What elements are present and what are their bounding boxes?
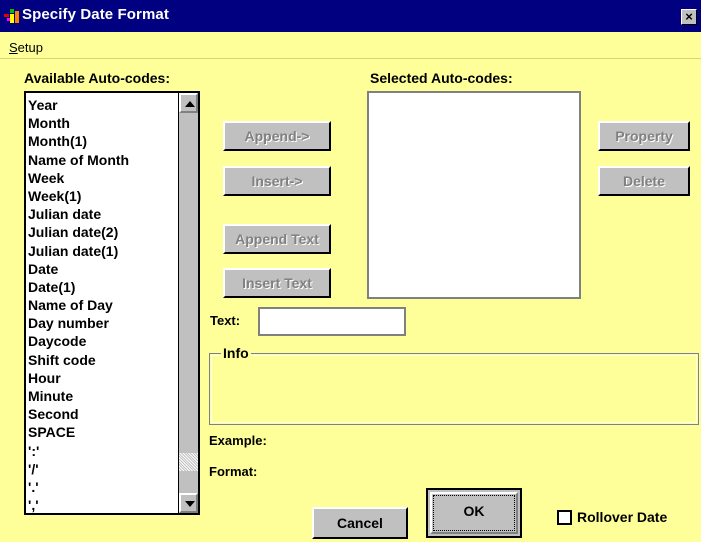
menu-setup[interactable]: Setup: [9, 40, 43, 55]
title-bar: Specify Date Format ×: [0, 0, 701, 32]
available-items: Year Month Month(1) Name of Month Week Week(1…: [28, 96, 176, 515]
list-item[interactable]: Day number: [28, 314, 176, 332]
list-item[interactable]: '.': [28, 478, 176, 496]
list-item[interactable]: Hour: [28, 369, 176, 387]
list-item[interactable]: Week: [28, 169, 176, 187]
list-item[interactable]: Daycode: [28, 332, 176, 350]
list-item[interactable]: Julian date(2): [28, 223, 176, 241]
scroll-up-icon[interactable]: [179, 93, 198, 113]
info-label: Info: [221, 345, 251, 361]
delete-button[interactable]: Delete: [598, 166, 690, 196]
list-item[interactable]: Date: [28, 260, 176, 278]
example-label: Example:: [209, 433, 267, 448]
rollover-label: Rollover Date: [577, 509, 668, 525]
scroll-track[interactable]: [179, 113, 198, 493]
selected-label: Selected Auto-codes:: [370, 70, 513, 86]
list-item[interactable]: '-': [28, 514, 176, 515]
available-label: Available Auto-codes:: [24, 70, 170, 86]
app-icon: [4, 9, 19, 23]
list-item[interactable]: Julian date(1): [28, 242, 176, 260]
list-item[interactable]: Date(1): [28, 278, 176, 296]
list-item[interactable]: Year: [28, 96, 176, 114]
list-item[interactable]: Shift code: [28, 351, 176, 369]
list-item[interactable]: SPACE: [28, 423, 176, 441]
list-item[interactable]: '/': [28, 460, 176, 478]
close-icon[interactable]: ×: [681, 9, 697, 25]
ok-button[interactable]: OK: [426, 488, 522, 538]
list-item[interactable]: Month(1): [28, 132, 176, 150]
selected-autocodes-list[interactable]: [367, 91, 581, 299]
list-item[interactable]: ',': [28, 496, 176, 513]
ok-label: OK: [463, 503, 485, 519]
format-label: Format:: [209, 464, 258, 479]
append-button[interactable]: Append->: [223, 121, 331, 151]
list-item[interactable]: Month: [28, 114, 176, 132]
list-item[interactable]: Second: [28, 405, 176, 423]
text-input[interactable]: [258, 307, 406, 336]
list-item[interactable]: Julian date: [28, 205, 176, 223]
menu-bar: [0, 32, 701, 59]
list-item[interactable]: Name of Month: [28, 151, 176, 169]
list-item[interactable]: ':': [28, 442, 176, 460]
insert-button[interactable]: Insert->: [223, 166, 331, 196]
scroll-down-icon[interactable]: [179, 493, 198, 513]
window-title: Specify Date Format: [22, 6, 169, 23]
list-item[interactable]: Name of Day: [28, 296, 176, 314]
text-label: Text:: [210, 313, 241, 328]
list-scrollbar[interactable]: [178, 93, 198, 513]
rollover-checkbox[interactable]: [557, 510, 572, 525]
dialog-window: Specify Date Format × Setup Available Au…: [0, 0, 701, 542]
scroll-thumb[interactable]: [179, 453, 198, 471]
list-item[interactable]: Week(1): [28, 187, 176, 205]
property-button[interactable]: Property: [598, 121, 690, 151]
menu-setup-mnemonic: S: [9, 40, 18, 55]
available-autocodes-list[interactable]: Year Month Month(1) Name of Month Week Week(1…: [24, 91, 200, 515]
info-groupbox: [209, 353, 699, 425]
insert-text-button[interactable]: Insert Text: [223, 268, 331, 298]
list-item[interactable]: Minute: [28, 387, 176, 405]
append-text-button[interactable]: Append Text: [223, 224, 331, 254]
menu-setup-label: etup: [17, 40, 43, 55]
cancel-button[interactable]: Cancel: [312, 507, 408, 539]
